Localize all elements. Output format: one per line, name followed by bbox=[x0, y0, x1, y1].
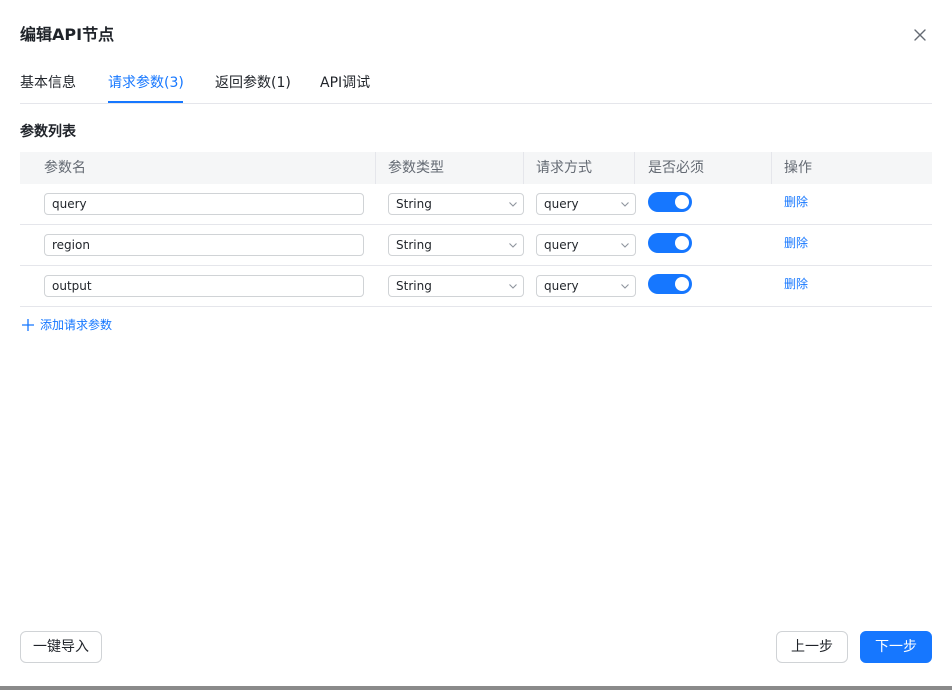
param-type-select[interactable]: String bbox=[388, 193, 524, 215]
param-name-input[interactable] bbox=[44, 275, 364, 297]
required-toggle[interactable] bbox=[648, 233, 692, 253]
required-toggle[interactable] bbox=[648, 274, 692, 294]
plus-icon bbox=[22, 319, 34, 331]
param-name-input[interactable] bbox=[44, 193, 364, 215]
header-divider bbox=[375, 152, 376, 184]
table-row: String query 删除 bbox=[20, 184, 932, 225]
header-divider bbox=[771, 152, 772, 184]
toggle-knob bbox=[675, 277, 689, 291]
required-toggle[interactable] bbox=[648, 192, 692, 212]
table-row: String query 删除 bbox=[20, 266, 932, 307]
param-method-value: query bbox=[544, 197, 579, 211]
param-method-select[interactable]: query bbox=[536, 193, 636, 215]
tab-request-params[interactable]: 请求参数(3) bbox=[108, 73, 184, 93]
toggle-knob bbox=[675, 195, 689, 209]
dialog-title: 编辑API节点 bbox=[20, 25, 115, 44]
chevron-down-icon bbox=[621, 243, 629, 248]
param-method-select[interactable]: query bbox=[536, 275, 636, 297]
param-name-input[interactable] bbox=[44, 234, 364, 256]
delete-link[interactable]: 删除 bbox=[784, 235, 808, 252]
param-method-value: query bbox=[544, 279, 579, 293]
header-required: 是否必须 bbox=[648, 160, 704, 176]
section-title: 参数列表 bbox=[20, 124, 76, 140]
next-step-button[interactable]: 下一步 bbox=[860, 631, 932, 663]
param-method-select[interactable]: query bbox=[536, 234, 636, 256]
table-row: String query 删除 bbox=[20, 225, 932, 266]
tab-bar: 基本信息 请求参数(3) 返回参数(1) API调试 bbox=[20, 64, 932, 104]
previous-step-button[interactable]: 上一步 bbox=[776, 631, 848, 663]
one-click-import-button[interactable]: 一键导入 bbox=[20, 631, 102, 663]
param-type-select[interactable]: String bbox=[388, 275, 524, 297]
param-type-value: String bbox=[396, 197, 432, 211]
param-type-value: String bbox=[396, 279, 432, 293]
header-type: 参数类型 bbox=[388, 160, 444, 176]
add-request-param-label: 添加请求参数 bbox=[40, 318, 113, 332]
header-method: 请求方式 bbox=[536, 160, 592, 176]
params-table: 参数名 参数类型 请求方式 是否必须 操作 String query 删除 bbox=[20, 152, 932, 307]
chevron-down-icon bbox=[509, 243, 517, 248]
chevron-down-icon bbox=[621, 202, 629, 207]
delete-link[interactable]: 删除 bbox=[784, 194, 808, 211]
toggle-knob bbox=[675, 236, 689, 250]
header-actions: 操作 bbox=[784, 160, 812, 176]
active-tab-indicator bbox=[108, 101, 183, 103]
header-divider bbox=[523, 152, 524, 184]
param-type-value: String bbox=[396, 238, 432, 252]
header-divider bbox=[634, 152, 635, 184]
tab-api-debug[interactable]: API调试 bbox=[320, 73, 370, 93]
param-method-value: query bbox=[544, 238, 579, 252]
delete-link[interactable]: 删除 bbox=[784, 276, 808, 293]
param-type-select[interactable]: String bbox=[388, 234, 524, 256]
chevron-down-icon bbox=[509, 202, 517, 207]
edit-api-node-dialog: 编辑API节点 基本信息 请求参数(3) 返回参数(1) API调试 参数列表 … bbox=[0, 0, 952, 686]
window-bottom-edge bbox=[0, 686, 952, 690]
header-name: 参数名 bbox=[44, 160, 86, 176]
close-icon[interactable] bbox=[910, 25, 930, 45]
table-header: 参数名 参数类型 请求方式 是否必须 操作 bbox=[20, 152, 932, 184]
chevron-down-icon bbox=[509, 284, 517, 289]
tab-response-params[interactable]: 返回参数(1) bbox=[215, 73, 291, 93]
chevron-down-icon bbox=[621, 284, 629, 289]
tab-basic-info[interactable]: 基本信息 bbox=[20, 73, 76, 93]
